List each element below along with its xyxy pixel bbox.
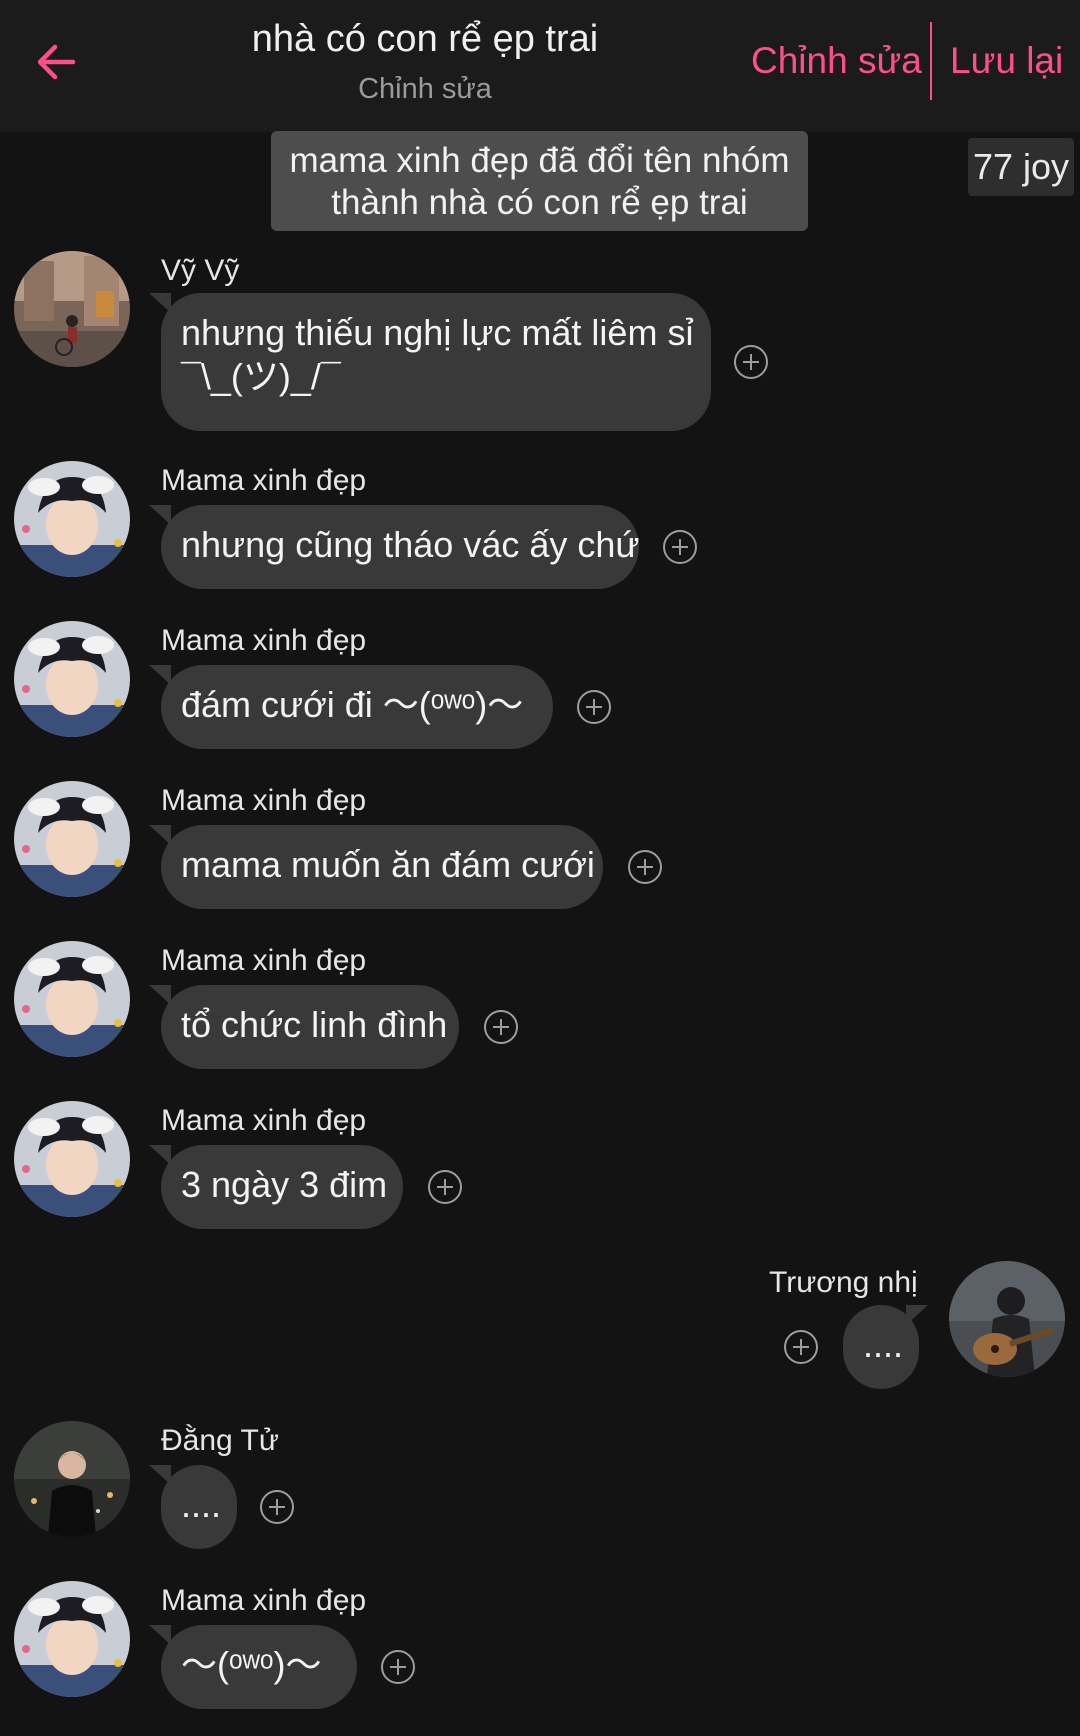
avatar[interactable] [14,1421,130,1537]
message-text: 3 ngày 3 đim [181,1164,388,1205]
message-bubble[interactable]: tổ chức linh đình [161,985,459,1069]
message-bubble[interactable]: đám cưới đi ～(ᵒʷᵒ)～ [161,665,553,749]
avatar[interactable] [14,941,130,1057]
sender-name: Mama xinh đẹp [161,624,367,657]
avatar[interactable] [14,1581,130,1697]
avatar[interactable] [14,461,130,577]
chat-subtitle[interactable]: Chỉnh sửa [180,73,670,106]
message-text: tổ chức linh đình [181,1004,448,1045]
system-message-line: mama xinh đẹp đã đổi tên nhóm [289,141,790,180]
plus-circle-icon[interactable] [663,530,697,564]
message-text: .... [863,1324,904,1365]
message-bubble[interactable]: .... [161,1465,237,1549]
message-text: ¯\_(ツ)_/¯ [181,356,341,397]
message-bubble[interactable]: ～(ᵒʷᵒ)～ [161,1625,357,1709]
plus-circle-icon[interactable] [381,1650,415,1684]
avatar[interactable] [14,251,130,367]
back-button[interactable] [30,36,82,88]
message-text: nhưng thiếu nghị lực mất liêm sỉ [181,312,694,353]
message-text: đám cưới đi ～(ᵒʷᵒ)～ [181,684,524,725]
sender-name: Mama xinh đẹp [161,464,367,497]
message-bubble[interactable]: nhưng thiếu nghị lực mất liêm sỉ ¯\_(ツ)_… [161,293,711,431]
avatar[interactable] [14,781,130,897]
plus-circle-icon[interactable] [628,850,662,884]
avatar[interactable] [14,621,130,737]
message-bubble[interactable]: 3 ngày 3 đim [161,1145,403,1229]
sender-name: Mama xinh đẹp [161,784,367,817]
sender-name: Vỹ Vỹ [161,254,240,287]
sender-name: Đằng Tử [161,1424,279,1457]
plus-circle-icon[interactable] [577,690,611,724]
avatar[interactable] [949,1261,1065,1377]
plus-circle-icon[interactable] [260,1490,294,1524]
message-text: nhưng cũng tháo vác ấy chứ [181,524,640,565]
message-bubble[interactable]: .... [843,1305,919,1389]
plus-circle-icon[interactable] [428,1170,462,1204]
edit-button[interactable]: Chỉnh sửa [751,40,922,82]
save-button[interactable]: Lưu lại [950,40,1063,82]
message-text: .... [181,1484,222,1525]
chat-header: nhà có con rể ẹp trai Chỉnh sửa Chỉnh sử… [0,0,1080,132]
header-divider [930,22,932,100]
sender-name: Mama xinh đẹp [161,944,367,977]
plus-circle-icon[interactable] [784,1330,818,1364]
chat-title: nhà có con rể ẹp trai [251,18,599,60]
joy-badge[interactable]: 77 joy [968,138,1074,196]
message-text: mama muốn ăn đám cưới [181,844,595,885]
sender-name: Trương nhị [769,1266,918,1299]
system-message: mama xinh đẹp đã đổi tên nhóm thành nhà … [271,131,808,231]
plus-circle-icon[interactable] [734,345,768,379]
sender-name: Mama xinh đẹp [161,1104,367,1137]
system-message-line: thành nhà có con rể ẹp trai [331,183,748,222]
message-bubble[interactable]: nhưng cũng tháo vác ấy chứ [161,505,640,589]
sender-name: Mama xinh đẹp [161,1584,367,1617]
plus-circle-icon[interactable] [484,1010,518,1044]
arrow-left-icon [37,44,76,80]
message-bubble[interactable]: mama muốn ăn đám cưới [161,825,603,909]
message-text: ～(ᵒʷᵒ)～ [181,1644,322,1685]
avatar[interactable] [14,1101,130,1217]
